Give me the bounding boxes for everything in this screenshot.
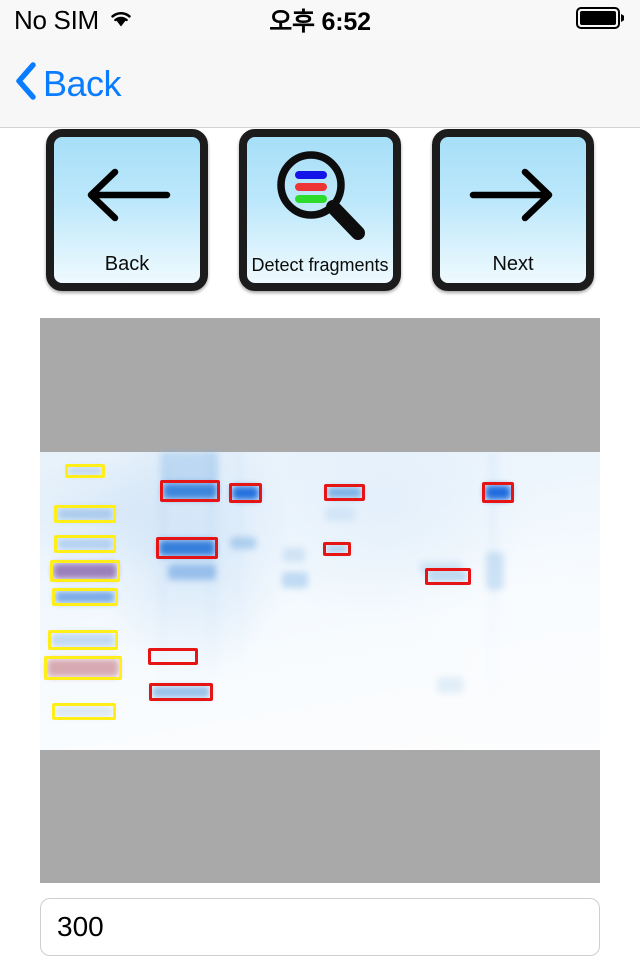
- detected-fragment-box[interactable]: [323, 542, 351, 556]
- nav-back-label: Back: [43, 62, 122, 104]
- carrier-label: No SIM: [14, 5, 99, 35]
- next-button[interactable]: Next: [432, 129, 594, 291]
- fragment-size-value: 300: [57, 911, 104, 942]
- back-button-label: Back: [104, 253, 150, 275]
- gel-band: [283, 548, 305, 562]
- arrow-left-icon: [54, 147, 200, 243]
- ladder-band-box[interactable]: [52, 703, 116, 720]
- gel-image-viewer[interactable]: [40, 318, 600, 883]
- ladder-band-box[interactable]: [52, 588, 118, 606]
- gel-band: [282, 572, 308, 588]
- back-button[interactable]: Back: [46, 129, 208, 291]
- ladder-band-box[interactable]: [48, 630, 118, 650]
- gel-band: [325, 507, 355, 521]
- ladder-band-box[interactable]: [44, 656, 122, 680]
- detect-fragments-button[interactable]: Detect fragments: [239, 129, 401, 291]
- gel-band: [437, 677, 463, 693]
- gel-band: [162, 452, 218, 482]
- detect-fragments-button-label: Detect fragments: [251, 255, 389, 275]
- detected-fragment-box[interactable]: [229, 483, 262, 503]
- ladder-band-box[interactable]: [50, 560, 120, 582]
- action-toolbar: Back Detect fragments Next: [0, 129, 640, 299]
- detected-fragment-box[interactable]: [156, 537, 218, 559]
- magnifier-bands-icon: [247, 147, 393, 243]
- app-root: No SIM 오후 6:52 Back Back Detect fragment…: [0, 0, 640, 960]
- chevron-left-icon: [14, 61, 36, 106]
- gel-band: [168, 564, 216, 580]
- arrow-right-icon: [440, 147, 586, 243]
- gel-photo: [40, 452, 600, 750]
- detected-fragment-box[interactable]: [160, 480, 220, 502]
- status-bar-left: No SIM: [14, 7, 134, 33]
- next-button-label: Next: [492, 253, 534, 275]
- detected-fragment-box[interactable]: [148, 648, 198, 665]
- fragment-size-input[interactable]: 300: [40, 898, 600, 956]
- gel-band: [486, 552, 504, 590]
- detected-fragment-box[interactable]: [324, 484, 365, 501]
- clock-label: 오후 6:52: [269, 8, 371, 36]
- ladder-band-box[interactable]: [54, 505, 116, 523]
- nav-back-button[interactable]: Back: [0, 61, 122, 106]
- ladder-band-box[interactable]: [54, 535, 116, 553]
- status-bar-right: [576, 6, 626, 35]
- detected-fragment-box[interactable]: [482, 482, 514, 503]
- battery-full-icon: [576, 6, 626, 35]
- detected-fragment-box[interactable]: [425, 568, 471, 585]
- detected-fragment-box[interactable]: [149, 683, 213, 701]
- status-bar: No SIM 오후 6:52: [0, 0, 640, 40]
- wifi-icon: [108, 8, 134, 33]
- gel-band: [230, 537, 256, 549]
- navigation-bar: Back: [0, 40, 640, 128]
- ladder-band-box[interactable]: [65, 464, 105, 478]
